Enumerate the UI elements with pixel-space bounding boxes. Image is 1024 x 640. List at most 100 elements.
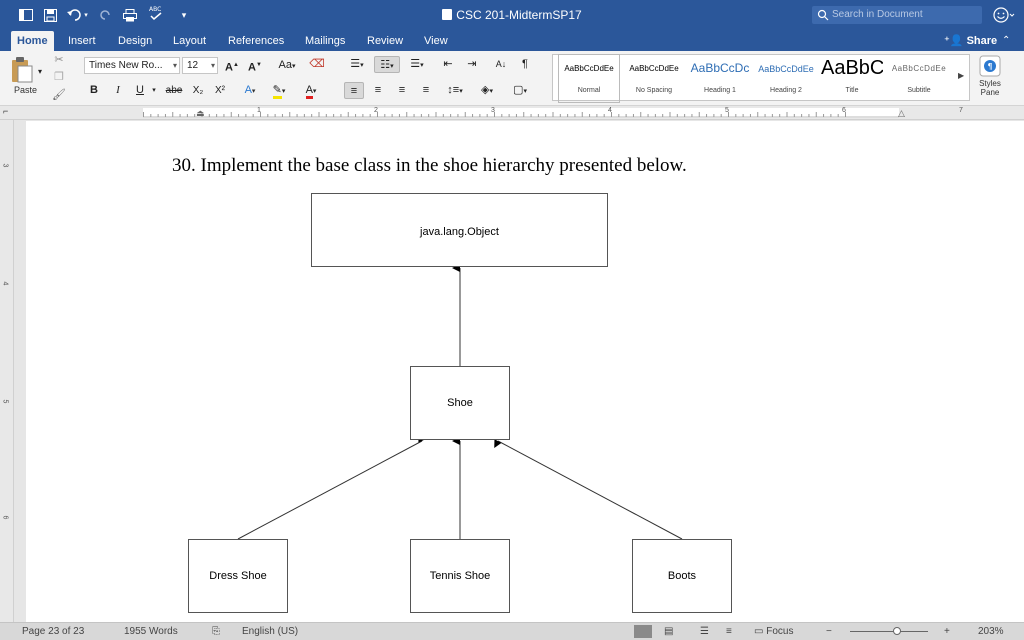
horizontal-ruler[interactable]: ⌐ ⏏ △ 1 2 3 4 5 6 7 [0,106,1024,120]
gallery-more-icon[interactable]: ▶ [958,71,964,80]
font-name-select[interactable]: Times New Ro... ▾ [84,57,180,74]
bullets-icon[interactable]: ☰▾ [344,56,370,73]
tab-references[interactable]: References [222,31,290,51]
class-name: Shoe [447,397,473,409]
word-window: ▾ ABC ▾ CSC 201-MidtermSP17 Search in Do… [0,0,1024,640]
search-input[interactable]: Search in Document [812,6,982,24]
font-size-select[interactable]: 12 ▾ [182,57,218,74]
justify-icon[interactable]: ≡ [416,82,436,99]
style-no-spacing[interactable]: AaBbCcDdEe No Spacing [623,55,685,102]
right-indent-marker-icon[interactable]: △ [898,108,905,119]
class-box-boots[interactable]: Boots [632,539,732,613]
sort-icon[interactable]: A↓ [490,56,512,73]
style-subtitle[interactable]: AaBbCcDdEe Subtitle [887,55,951,102]
increase-indent-icon[interactable]: ⇥ [464,56,480,73]
ruler-number: 6 [842,107,846,114]
change-case-icon[interactable]: Aa▾ [276,57,298,74]
font-color-icon[interactable]: A▾ [298,82,324,99]
line-spacing-icon[interactable]: ↕≡▾ [442,82,468,99]
word-count[interactable]: 1955 Words [124,626,178,637]
tab-layout[interactable]: Layout [167,31,212,51]
style-title[interactable]: AaBbC Title [821,55,883,102]
class-box-dress-shoe[interactable]: Dress Shoe [188,539,288,613]
style-heading-1[interactable]: AaBbCcDc Heading 1 [689,55,751,102]
multilevel-list-icon[interactable]: ☰▾ [404,56,430,73]
collapse-ribbon-icon[interactable]: ⌃ [1002,35,1010,46]
tab-view[interactable]: View [418,31,454,51]
class-name: java.lang.Object [420,226,499,238]
left-indent-marker-icon[interactable]: ⏏ [196,108,205,119]
paste-label[interactable]: Paste [14,85,37,95]
zoom-in-button[interactable]: + [944,626,950,637]
class-box-shoe[interactable]: Shoe [410,366,510,440]
proofing-icon[interactable]: ⎘ [212,626,220,637]
web-layout-view-icon[interactable]: ▤ [664,626,673,637]
print-layout-view-icon[interactable] [634,625,652,638]
clear-formatting-icon[interactable]: ⌫ [308,56,326,73]
ruler-number: 1 [257,107,261,114]
style-normal[interactable]: AaBbCcDdEe Normal [558,54,620,103]
styles-pane-button[interactable]: ¶ Styles Pane [973,55,1007,103]
tab-design[interactable]: Design [112,31,158,51]
search-icon [817,9,829,28]
focus-button[interactable]: ▭ Focus [754,626,793,637]
document-area[interactable]: 30. Implement the base class in the shoe… [14,121,1024,622]
feedback-smiley-icon[interactable] [993,7,1015,28]
class-box-tennis-shoe[interactable]: Tennis Shoe [410,539,510,613]
decrease-indent-icon[interactable]: ⇤ [440,56,456,73]
text-effects-icon[interactable]: A▾ [238,82,262,99]
draft-view-icon[interactable]: ≡ [726,626,732,637]
zoom-out-button[interactable]: − [826,626,832,637]
borders-icon[interactable]: ▢▾ [506,82,534,99]
svg-text:¶: ¶ [988,62,993,71]
vertical-ruler[interactable]: 3 4 5 6 [0,120,14,622]
zoom-slider[interactable] [850,631,928,632]
grow-font-icon[interactable]: A▲ [225,57,239,74]
align-left-icon[interactable]: ≡ [344,82,364,99]
shading-icon[interactable]: ◈▾ [474,82,500,99]
tab-home[interactable]: Home [11,31,54,51]
ruler-number: 4 [608,107,612,114]
inheritance-arrow-boots [494,439,683,540]
language[interactable]: English (US) [242,626,298,637]
cut-icon[interactable]: ✂ [52,52,66,69]
paste-dropdown-icon[interactable]: ▾ [36,63,44,80]
ribbon-tabs: Home Insert Design Layout References Mai… [0,31,1024,51]
outline-view-icon[interactable]: ☰ [700,626,709,637]
page-count[interactable]: Page 23 of 23 [22,626,84,637]
bold-button[interactable]: B [86,82,102,99]
document-page[interactable]: 30. Implement the base class in the shoe… [26,121,1024,622]
chevron-down-icon: ▾ [172,61,177,70]
class-box-root[interactable]: java.lang.Object [311,193,608,267]
tab-stop-icon[interactable]: ⌐ [3,106,8,116]
zoom-slider-handle[interactable] [893,627,901,635]
shrink-font-icon[interactable]: A▼ [248,57,262,74]
align-right-icon[interactable]: ≡ [392,82,412,99]
copy-icon[interactable]: ❐ [52,69,66,86]
style-name: Title [845,87,859,94]
ribbon: ▾ Paste ✂ ❐ 🖌 Times New Ro... ▾ 12 ▾ A▲ A▼… [0,51,1024,106]
format-painter-icon[interactable]: 🖌 [52,87,66,104]
class-name: Boots [667,570,697,582]
ruler-number: 7 [959,107,963,114]
strikethrough-button[interactable]: abe [164,82,184,99]
tab-review[interactable]: Review [361,31,409,51]
ruler-number: 3 [1,163,9,168]
font-size-value: 12 [187,60,199,71]
underline-button[interactable]: U [132,82,148,99]
focus-label: Focus [766,626,794,637]
numbering-icon[interactable]: ☷▾ [374,56,400,73]
align-center-icon[interactable]: ≡ [368,82,388,99]
tab-insert[interactable]: Insert [62,31,102,51]
style-heading-2[interactable]: AaBbCcDdEe Heading 2 [755,55,817,102]
highlight-icon[interactable]: ✎▾ [266,82,292,99]
tab-mailings[interactable]: Mailings [299,31,351,51]
superscript-button[interactable]: X² [212,82,228,99]
zoom-level[interactable]: 203% [978,626,1004,637]
share-button[interactable]: ⁺👤 Share [944,31,997,51]
subscript-button[interactable]: X₂ [190,82,206,99]
styles-pane-icon: ¶ [979,55,1001,77]
italic-button[interactable]: I [110,82,126,99]
underline-dropdown-icon[interactable]: ▾ [150,82,158,99]
show-formatting-button[interactable]: ¶ [516,56,534,73]
